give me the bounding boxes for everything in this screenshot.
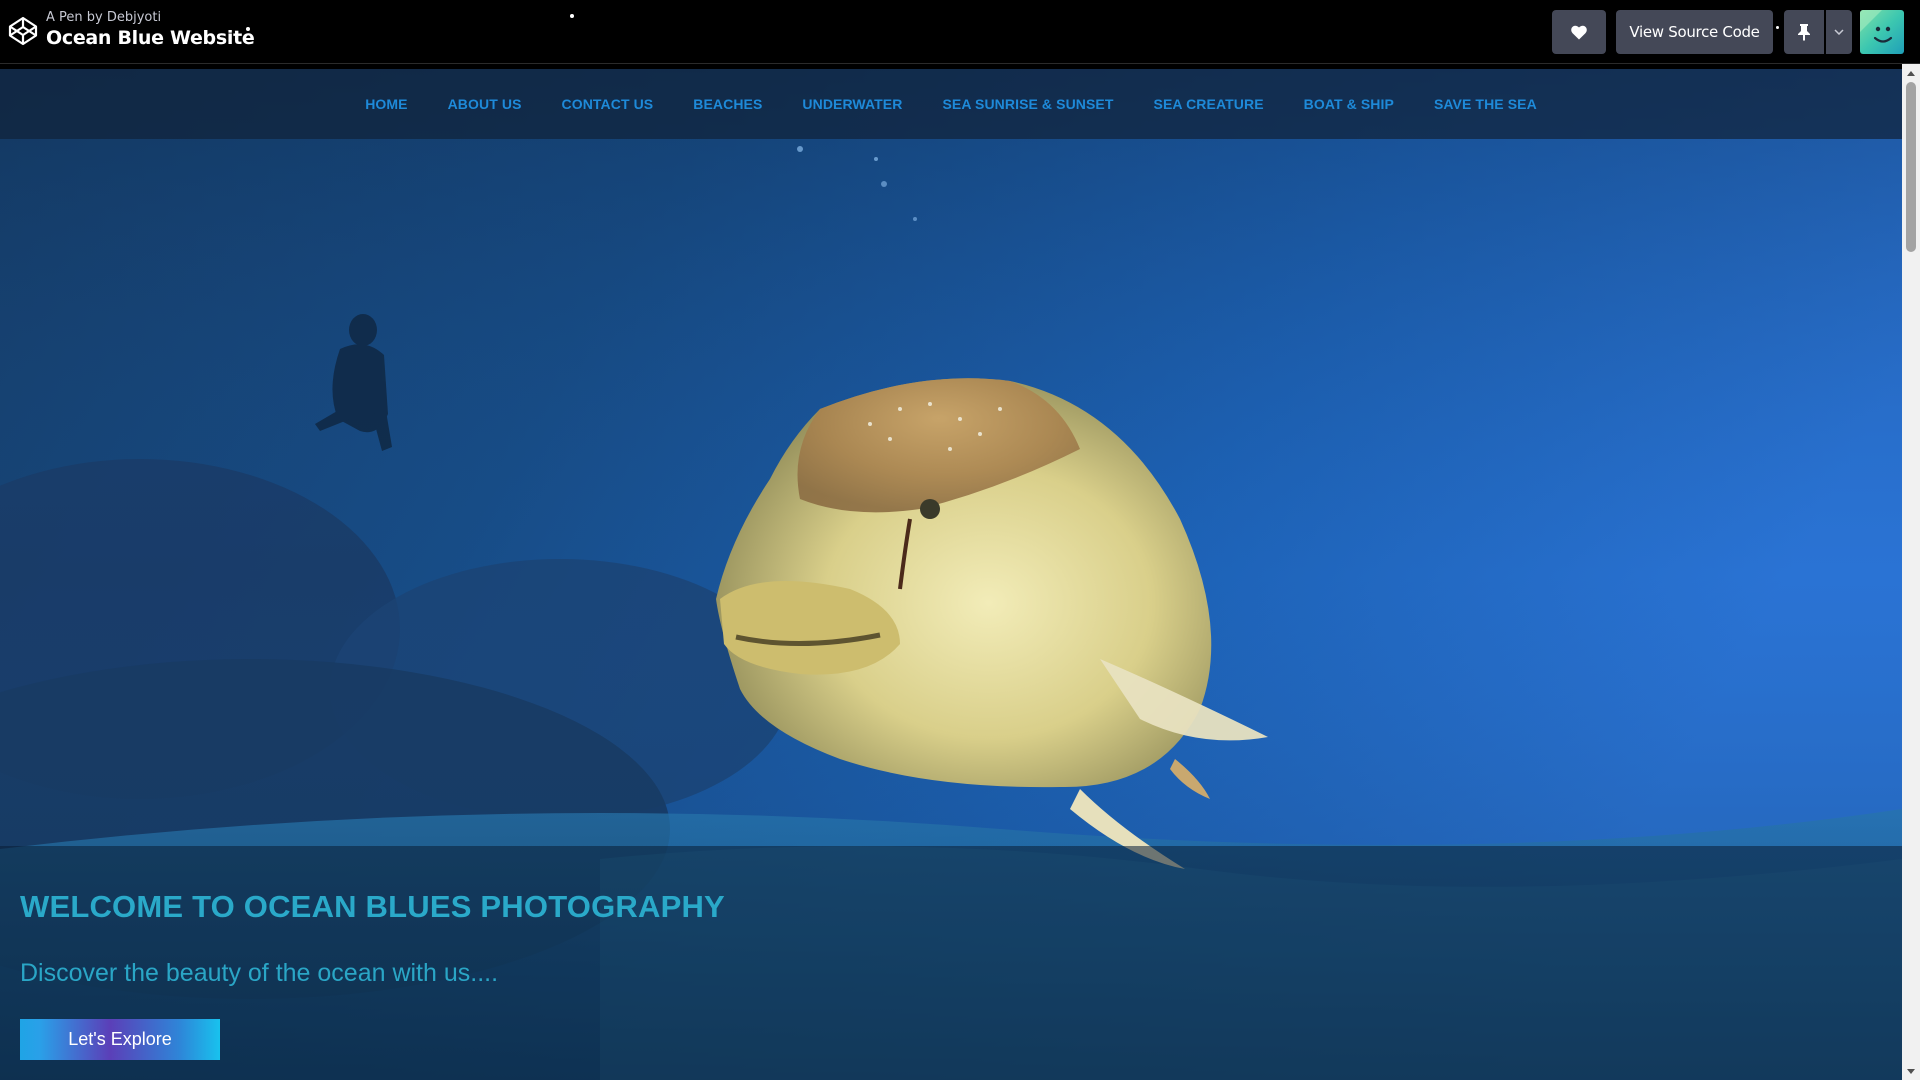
nav-link-contact-us[interactable]: CONTACT US	[562, 96, 654, 112]
heart-icon	[1571, 25, 1587, 39]
pen-preview: HOME ABOUT US CONTACT US BEACHES UNDERWA…	[0, 69, 1902, 1080]
codepen-header: A Pen by Debjyoti Ocean Blue Website Vie…	[0, 0, 1920, 64]
hero-title: WELCOME TO OCEAN BLUES PHOTOGRAPHY	[20, 889, 725, 924]
cursor-dot	[246, 27, 250, 31]
codepen-logo-icon[interactable]	[7, 15, 39, 47]
pin-dropdown-button[interactable]	[1826, 10, 1852, 54]
hero-subtitle: Discover the beauty of the ocean with us…	[20, 959, 499, 987]
avatar[interactable]	[1860, 10, 1904, 54]
nav-link-underwater[interactable]: UNDERWATER	[802, 96, 902, 112]
pen-author-link[interactable]: Debjyoti	[107, 10, 161, 25]
nav-link-save-the-sea[interactable]: SAVE THE SEA	[1434, 96, 1537, 112]
view-source-button[interactable]: View Source Code	[1616, 10, 1773, 54]
nav-link-sea-creature[interactable]: SEA CREATURE	[1154, 96, 1264, 112]
pin-button[interactable]	[1784, 10, 1824, 54]
chevron-down-icon	[1834, 29, 1844, 35]
nav-link-about-us[interactable]: ABOUT US	[448, 96, 522, 112]
nav-link-sea-sunrise-sunset[interactable]: SEA SUNRISE & SUNSET	[942, 96, 1113, 112]
cursor-dot	[570, 14, 574, 18]
nav-link-home[interactable]: HOME	[365, 96, 407, 112]
vertical-scrollbar[interactable]	[1902, 64, 1920, 1080]
lets-explore-button[interactable]: Let's Explore	[20, 1019, 220, 1060]
pin-icon	[1798, 24, 1810, 41]
pen-author: A Pen by Debjyoti	[46, 11, 254, 24]
nav-link-boat-ship[interactable]: BOAT & SHIP	[1304, 96, 1394, 112]
pen-author-prefix: A Pen by	[46, 10, 107, 25]
scrollbar-thumb[interactable]	[1906, 82, 1916, 252]
main-navigation: HOME ABOUT US CONTACT US BEACHES UNDERWA…	[0, 69, 1902, 139]
pen-title: Ocean Blue Website	[46, 27, 255, 49]
pen-meta: A Pen by Debjyoti Ocean Blue Website	[46, 11, 255, 49]
scroll-down-arrow-icon[interactable]	[1902, 1064, 1920, 1078]
nav-link-beaches[interactable]: BEACHES	[693, 96, 762, 112]
avatar-image	[1860, 10, 1904, 54]
scroll-up-arrow-icon[interactable]	[1902, 66, 1920, 80]
cursor-dot	[1776, 26, 1779, 29]
heart-button[interactable]	[1552, 10, 1606, 54]
